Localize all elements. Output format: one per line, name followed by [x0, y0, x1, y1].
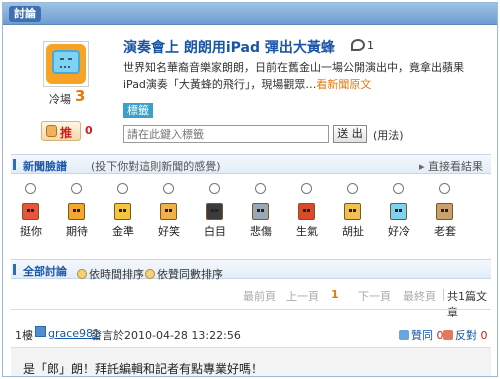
view-results-link[interactable]: 直接看結果 — [419, 158, 483, 174]
mood-radio[interactable] — [347, 183, 358, 194]
mood-option[interactable]: 白目 — [195, 183, 235, 239]
mood-name: 老套 — [434, 225, 456, 238]
mood-name: 好笑 — [158, 225, 180, 238]
mood-name: 金準 — [112, 225, 134, 238]
mood-name: 挺你 — [20, 225, 42, 238]
news-summary-line: iPad演奏「大黃蜂的飛行」，現場觀眾… — [123, 78, 317, 91]
discussion-panel: 討論 冷場 3 演奏會上 朗朗用iPad 彈出大黃蜂 1 世界知名華裔音樂家朗朗… — [2, 2, 498, 377]
pager-total: 共1篇文章 — [447, 290, 487, 319]
mood-face-icon — [114, 203, 131, 220]
mood-face-icon — [22, 203, 39, 220]
mood-name: 生氣 — [296, 225, 318, 238]
mood-radio[interactable] — [255, 183, 266, 194]
news-title-link[interactable]: 演奏會上 朗朗用iPad 彈出大黃蜂 — [123, 37, 335, 57]
mood-option[interactable]: 悲傷 — [241, 183, 281, 239]
mood-name: 悲傷 — [250, 225, 272, 238]
user-icon — [35, 326, 46, 337]
push-count: 0 — [85, 124, 93, 137]
mood-name: 白目 — [204, 225, 226, 238]
mood-name: 好冷 — [388, 225, 410, 238]
sort-by-agree-link[interactable]: 依贊同數排序 — [145, 266, 223, 282]
push-button-label: 推 — [60, 126, 73, 140]
mood-section-title: 新聞臉譜 — [23, 160, 67, 173]
news-mood-avatar — [43, 41, 89, 87]
mood-radio[interactable] — [439, 183, 450, 194]
comment-body: 是「郎」朗！拜託編輯和記者有點專業好嗎！ — [11, 347, 491, 376]
thumb-up-icon — [399, 330, 409, 340]
mood-radio[interactable] — [393, 183, 404, 194]
mood-face-icon — [344, 203, 361, 220]
speech-bubble-icon — [351, 39, 365, 51]
comment-floor: 1樓 — [15, 329, 33, 342]
tag-submit-button[interactable]: 送 出 — [333, 125, 367, 143]
mood-radio[interactable] — [209, 183, 220, 194]
read-original-link[interactable]: 看新聞原文 — [316, 78, 371, 91]
mood-face-icon — [298, 203, 315, 220]
panel-header: 討論 — [3, 3, 497, 25]
pager-prev[interactable]: 上一頁 — [286, 288, 319, 304]
mood-name: 期待 — [66, 225, 88, 238]
mood-option[interactable]: 老套 — [425, 183, 465, 239]
push-button[interactable]: 推 — [41, 121, 81, 141]
tag-usage-link[interactable]: (用法) — [373, 127, 404, 143]
mood-radio[interactable] — [301, 183, 312, 194]
mood-option[interactable]: 挺你 — [11, 183, 51, 239]
mood-option[interactable]: 胡扯 — [333, 183, 373, 239]
news-summary-line: 世界知名華裔音樂家朗朗，日前在舊金山一場公開演出中，竟拿出蘋果 — [123, 61, 464, 74]
thumb-down-icon — [443, 330, 453, 340]
mood-radio[interactable] — [25, 183, 36, 194]
panel-header-title: 討論 — [9, 6, 41, 22]
agree-button[interactable]: 贊同 0 — [399, 327, 444, 343]
mood-face-icon — [252, 203, 269, 220]
mood-face-icon — [206, 203, 223, 220]
news-summary: 世界知名華裔音樂家朗朗，日前在舊金山一場公開演出中，竟拿出蘋果 iPad演奏「大… — [123, 59, 483, 93]
oppose-button[interactable]: 反對 0 — [443, 327, 488, 343]
mood-section-hint: (投下你對這則新聞的感覺) — [91, 160, 221, 173]
mood-option[interactable]: 期待 — [57, 183, 97, 239]
mood-option[interactable]: 金準 — [103, 183, 143, 239]
mood-face-icon — [436, 203, 453, 220]
sort-by-time-link[interactable]: 依時間排序 — [77, 266, 144, 282]
divider — [11, 309, 491, 310]
mood-radio[interactable] — [71, 183, 82, 194]
mood-radio[interactable] — [163, 183, 174, 194]
cold-face-icon — [46, 44, 86, 84]
comment-text: 是「郎」朗！拜託編輯和記者有點專業好嗎！ — [23, 362, 264, 376]
comment-time: 發言於2010-04-28 13:22:56 — [91, 329, 241, 342]
pager-first[interactable]: 最前頁 — [243, 288, 276, 304]
mood-section-header: 新聞臉譜 (投下你對這則新聞的感覺) 直接看結果 — [11, 154, 491, 174]
clock-icon — [77, 269, 87, 279]
news-mood-count: 3 — [75, 87, 86, 105]
discussion-section-title: 全部討論 — [23, 265, 67, 278]
pager-next[interactable]: 下一頁 — [358, 288, 391, 304]
mood-option[interactable]: 生氣 — [287, 183, 327, 239]
mood-option[interactable]: 好笑 — [149, 183, 189, 239]
tag-label: 標籤 — [123, 103, 153, 118]
pager-current: 1 — [331, 288, 339, 301]
mood-option[interactable]: 好冷 — [379, 183, 419, 239]
mood-face-icon — [160, 203, 177, 220]
thumb-icon — [46, 125, 57, 137]
mood-face-icon — [68, 203, 85, 220]
pager-divider — [443, 289, 444, 301]
tag-input[interactable] — [123, 125, 329, 143]
mood-name: 胡扯 — [342, 225, 364, 238]
comment-count: 1 — [367, 39, 374, 52]
thumb-icon — [145, 269, 155, 279]
mood-face-icon — [390, 203, 407, 220]
mood-radio[interactable] — [117, 183, 128, 194]
news-mood-label: 冷場 — [49, 93, 71, 106]
pager-last[interactable]: 最終頁 — [403, 288, 436, 304]
